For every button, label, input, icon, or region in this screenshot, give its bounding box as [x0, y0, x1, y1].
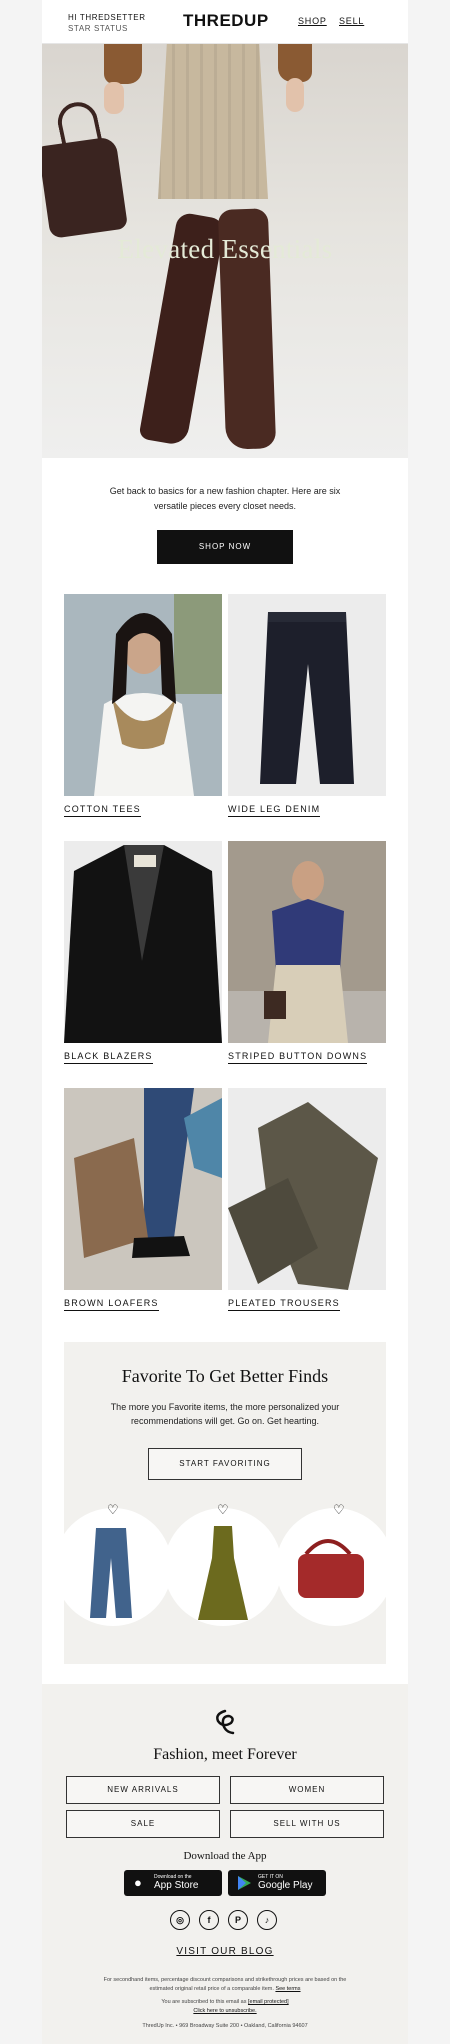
- greeting: HI THREDSETTER STAR STATUS: [68, 12, 146, 34]
- favorites-section: Favorite To Get Better Finds The more yo…: [64, 1342, 386, 1664]
- greeting-text: HI THREDSETTER: [68, 13, 146, 22]
- instagram-icon[interactable]: ◎: [170, 1910, 190, 1930]
- new-arrivals-button[interactable]: NEW ARRIVALS: [66, 1776, 220, 1804]
- product-label-black-blazers[interactable]: BLACK BLAZERS: [64, 1051, 153, 1064]
- hero-hand-right: [286, 78, 304, 112]
- app-store-badge[interactable]: ● Download on the App Store: [124, 1870, 222, 1896]
- unsubscribe-link[interactable]: Click here to unsubscribe.: [193, 2008, 256, 2014]
- subscriber-email-link[interactable]: [email protected]: [248, 1999, 289, 2005]
- cotton-tee-illustration: [64, 594, 222, 796]
- hero-skirt: [158, 44, 268, 199]
- apple-icon: ●: [134, 1875, 142, 1890]
- app-store-text: App Store: [154, 1880, 199, 1891]
- heart-icon[interactable]: ♡: [333, 1502, 345, 1518]
- product-label-wide-leg-denim[interactable]: WIDE LEG DENIM: [228, 804, 321, 817]
- hero-coat-left: [104, 44, 142, 84]
- blazer-illustration: [64, 841, 222, 1043]
- heart-icon[interactable]: ♡: [107, 1502, 119, 1518]
- product-label-striped-button-downs[interactable]: STRIPED BUTTON DOWNS: [228, 1051, 368, 1064]
- product-image-cotton-tees[interactable]: [64, 594, 222, 796]
- footer-title: Fashion, meet Forever: [153, 1746, 297, 1763]
- sell-with-us-button[interactable]: SELL WITH US: [230, 1810, 384, 1838]
- hero-title: Elevated Essentials: [117, 234, 333, 264]
- hero-image[interactable]: Elevated Essentials: [42, 44, 408, 458]
- sale-button[interactable]: SALE: [66, 1810, 220, 1838]
- nav-sell-link[interactable]: SELL: [339, 16, 364, 26]
- product-image-wide-leg-denim[interactable]: [228, 594, 386, 796]
- company-address: ThredUp Inc. • 969 Broadway Suite 200 • …: [142, 2023, 308, 2029]
- footer: Fashion, meet Forever NEW ARRIVALS WOMEN…: [42, 1684, 408, 2044]
- hero-hand-left: [104, 82, 124, 114]
- google-play-badge[interactable]: GET IT ON Google Play: [228, 1870, 326, 1896]
- email-body: HI THREDSETTER STAR STATUS THREDUP SHOP …: [42, 0, 408, 2044]
- product-circle[interactable]: [164, 1508, 282, 1626]
- loafers-illustration: [64, 1088, 222, 1290]
- disclaimer-text: For secondhand items, percentage discoun…: [102, 1976, 348, 1994]
- forever-logo-icon: [216, 1709, 235, 1735]
- hero-handbag: [42, 136, 129, 239]
- pinterest-icon[interactable]: P: [228, 1910, 248, 1930]
- product-label-cotton-tees[interactable]: COTTON TEES: [64, 804, 141, 817]
- header: HI THREDSETTER STAR STATUS THREDUP SHOP …: [42, 0, 408, 44]
- see-terms-link[interactable]: See terms: [275, 1986, 300, 1992]
- thredup-logo[interactable]: THREDUP: [183, 11, 269, 31]
- hero-coat-right: [278, 44, 312, 82]
- product-label-brown-loafers[interactable]: BROWN LOAFERS: [64, 1298, 159, 1311]
- favorites-text: The more you Favorite items, the more pe…: [110, 1402, 340, 1426]
- member-status: STAR STATUS: [68, 24, 128, 33]
- trousers-illustration: [228, 1088, 386, 1290]
- heart-icon[interactable]: ♡: [217, 1502, 229, 1518]
- disclaimer-body: For secondhand items, percentage discoun…: [103, 1977, 347, 1992]
- handbag-product-image: [298, 1539, 364, 1598]
- start-favoriting-button[interactable]: START FAVORITING: [148, 1448, 302, 1480]
- denim-illustration: [228, 594, 386, 796]
- product-label-pleated-trousers[interactable]: PLEATED TROUSERS: [228, 1298, 340, 1311]
- product-image-pleated-trousers[interactable]: [228, 1088, 386, 1290]
- intro-text: Get back to basics for a new fashion cha…: [109, 486, 341, 511]
- download-app-heading: Download the App: [183, 1850, 267, 1862]
- google-play-icon: [238, 1876, 251, 1890]
- subscribed-label: You are subscribed to this email as: [161, 1999, 247, 2005]
- women-button[interactable]: WOMEN: [230, 1776, 384, 1804]
- product-image-brown-loafers[interactable]: [64, 1088, 222, 1290]
- product-circle[interactable]: [64, 1508, 172, 1626]
- jeans-product-image: [90, 1528, 132, 1618]
- favorites-title: Favorite To Get Better Finds: [121, 1366, 329, 1386]
- nav-shop-link[interactable]: SHOP: [298, 16, 327, 26]
- shop-now-button[interactable]: SHOP NOW: [157, 530, 293, 564]
- tiktok-icon[interactable]: ♪: [257, 1910, 277, 1930]
- striped-shirt-illustration: [228, 841, 386, 1043]
- visit-blog-link[interactable]: VISIT OUR BLOG: [42, 1946, 408, 1957]
- product-circle[interactable]: [276, 1508, 386, 1626]
- google-play-text: Google Play: [258, 1880, 313, 1891]
- dress-product-image: [198, 1526, 248, 1620]
- facebook-icon[interactable]: f: [199, 1910, 219, 1930]
- product-image-black-blazers[interactable]: [64, 841, 222, 1043]
- subscription-text: You are subscribed to this email as [ema…: [102, 1998, 348, 2016]
- product-image-striped-button-downs[interactable]: [228, 841, 386, 1043]
